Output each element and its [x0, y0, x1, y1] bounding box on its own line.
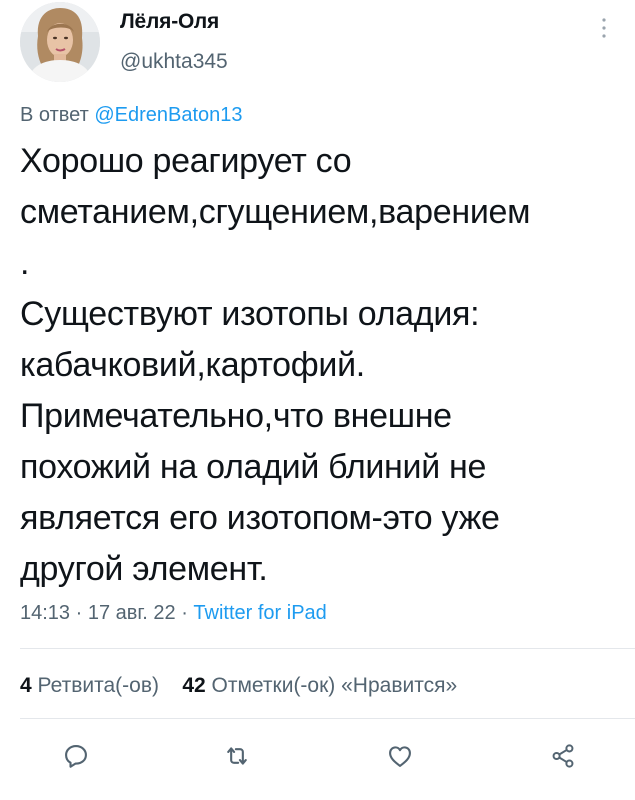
avatar[interactable] — [20, 2, 100, 82]
reply-button[interactable] — [56, 736, 96, 776]
tweet-date[interactable]: 17 авг. 22 — [88, 602, 176, 624]
display-name[interactable]: Лёля-Оля — [120, 10, 219, 34]
likes-count: 42 — [182, 674, 206, 697]
retweets-stat[interactable]: 4 Ретвита(-ов) — [20, 674, 159, 697]
reply-prefix: В ответ — [20, 104, 89, 126]
divider — [20, 718, 635, 719]
divider — [20, 648, 635, 649]
share-button[interactable] — [543, 736, 583, 776]
retweets-count: 4 — [20, 674, 32, 697]
heart-icon — [389, 746, 411, 767]
user-handle[interactable]: @ukhta345 — [120, 50, 228, 74]
retweet-icon — [227, 747, 247, 765]
tweet-source-link[interactable]: Twitter for iPad — [193, 602, 326, 624]
engagement-stats: 4 Ретвита(-ов) 42 Отметки(-ок) «Нравится… — [20, 674, 457, 698]
likes-stat[interactable]: 42 Отметки(-ок) «Нравится» — [182, 674, 457, 697]
meta-separator: · — [181, 602, 188, 624]
tweet-meta: 14:13 · 17 авг. 22 · Twitter for iPad — [20, 602, 327, 625]
tweet-time[interactable]: 14:13 — [20, 602, 70, 624]
reply-mention-link[interactable]: @EdrenBaton13 — [94, 104, 242, 126]
likes-label: Отметки(-ок) «Нравится» — [211, 674, 458, 697]
reply-icon — [65, 745, 87, 768]
share-icon — [552, 744, 574, 768]
more-vertical-icon[interactable] — [598, 16, 610, 40]
tweet-text: Хорошо реагирует со сметанием,сгущением,… — [20, 142, 531, 588]
reply-context: В ответ @EdrenBaton13 — [20, 104, 243, 127]
retweets-label: Ретвита(-ов) — [37, 674, 159, 697]
avatar-photo — [20, 2, 100, 82]
retweet-button[interactable] — [217, 736, 257, 776]
like-button[interactable] — [380, 736, 420, 776]
meta-separator: · — [75, 602, 83, 624]
